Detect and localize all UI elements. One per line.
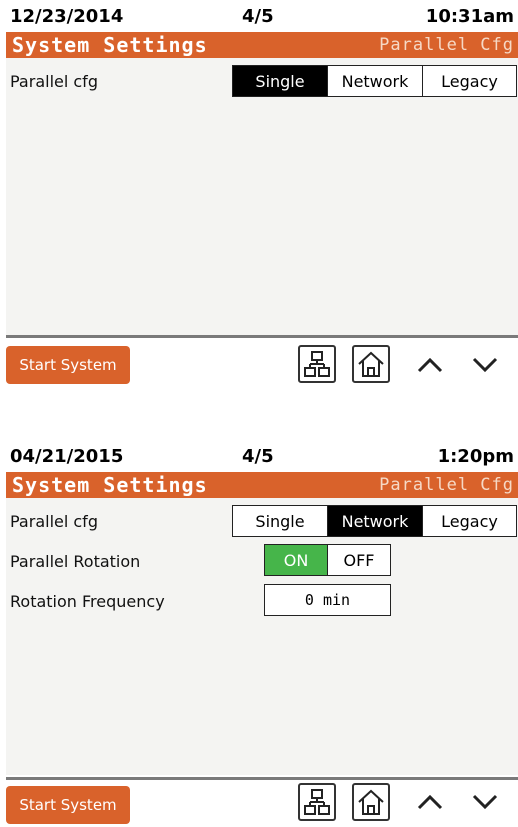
- chevron-down-icon[interactable]: [470, 790, 500, 814]
- chevron-down-icon[interactable]: [470, 353, 500, 377]
- title-bar: System Settings Parallel Cfg: [6, 472, 518, 498]
- date-display: 12/23/2014: [10, 6, 124, 27]
- option-network[interactable]: Network: [328, 66, 423, 96]
- network-icon[interactable]: [298, 345, 336, 383]
- time-display: 10:31am: [425, 6, 514, 27]
- page-title: System Settings: [12, 473, 208, 497]
- option-single[interactable]: Single: [233, 506, 328, 536]
- start-system-button[interactable]: Start System: [6, 786, 130, 824]
- rotation-off-option[interactable]: OFF: [328, 545, 390, 575]
- page-indicator: 4/5: [242, 6, 274, 27]
- option-single[interactable]: Single: [233, 66, 328, 96]
- footer-divider: [6, 777, 518, 780]
- network-icon[interactable]: [298, 783, 336, 821]
- parallel-cfg-label: Parallel cfg: [10, 512, 98, 531]
- footer-divider: [6, 335, 518, 338]
- date-display: 04/21/2015: [10, 446, 124, 467]
- start-system-button[interactable]: Start System: [6, 346, 130, 384]
- status-bar: 12/23/2014 4/5 10:31am: [10, 6, 514, 30]
- chevron-up-icon[interactable]: [415, 790, 445, 814]
- time-display: 1:20pm: [437, 446, 514, 467]
- page-title: System Settings: [12, 33, 208, 57]
- parallel-cfg-selector: Single Network Legacy: [232, 505, 517, 537]
- settings-content: Parallel cfg Single Network Legacy: [6, 58, 518, 335]
- page-subtitle: Parallel Cfg: [379, 35, 514, 55]
- status-bar: 04/21/2015 4/5 1:20pm: [10, 446, 514, 470]
- rotation-on-option[interactable]: ON: [265, 545, 328, 575]
- home-icon[interactable]: [352, 783, 390, 821]
- page-indicator: 4/5: [242, 446, 274, 467]
- rotation-frequency-label: Rotation Frequency: [10, 592, 165, 611]
- option-legacy[interactable]: Legacy: [423, 66, 516, 96]
- title-bar: System Settings Parallel Cfg: [6, 32, 518, 58]
- settings-screen-1: 12/23/2014 4/5 10:31am System Settings P…: [0, 0, 518, 395]
- parallel-cfg-selector: Single Network Legacy: [232, 65, 517, 97]
- parallel-rotation-toggle: ON OFF: [264, 544, 391, 576]
- chevron-up-icon[interactable]: [415, 353, 445, 377]
- parallel-cfg-label: Parallel cfg: [10, 72, 98, 91]
- settings-screen-2: 04/21/2015 4/5 1:20pm System Settings Pa…: [0, 440, 518, 827]
- parallel-rotation-label: Parallel Rotation: [10, 552, 141, 571]
- settings-content: Parallel cfg Single Network Legacy Paral…: [6, 498, 518, 775]
- page-subtitle: Parallel Cfg: [379, 475, 514, 495]
- option-legacy[interactable]: Legacy: [423, 506, 516, 536]
- home-icon[interactable]: [352, 345, 390, 383]
- option-network[interactable]: Network: [328, 506, 423, 536]
- rotation-frequency-field[interactable]: 0 min: [264, 584, 391, 616]
